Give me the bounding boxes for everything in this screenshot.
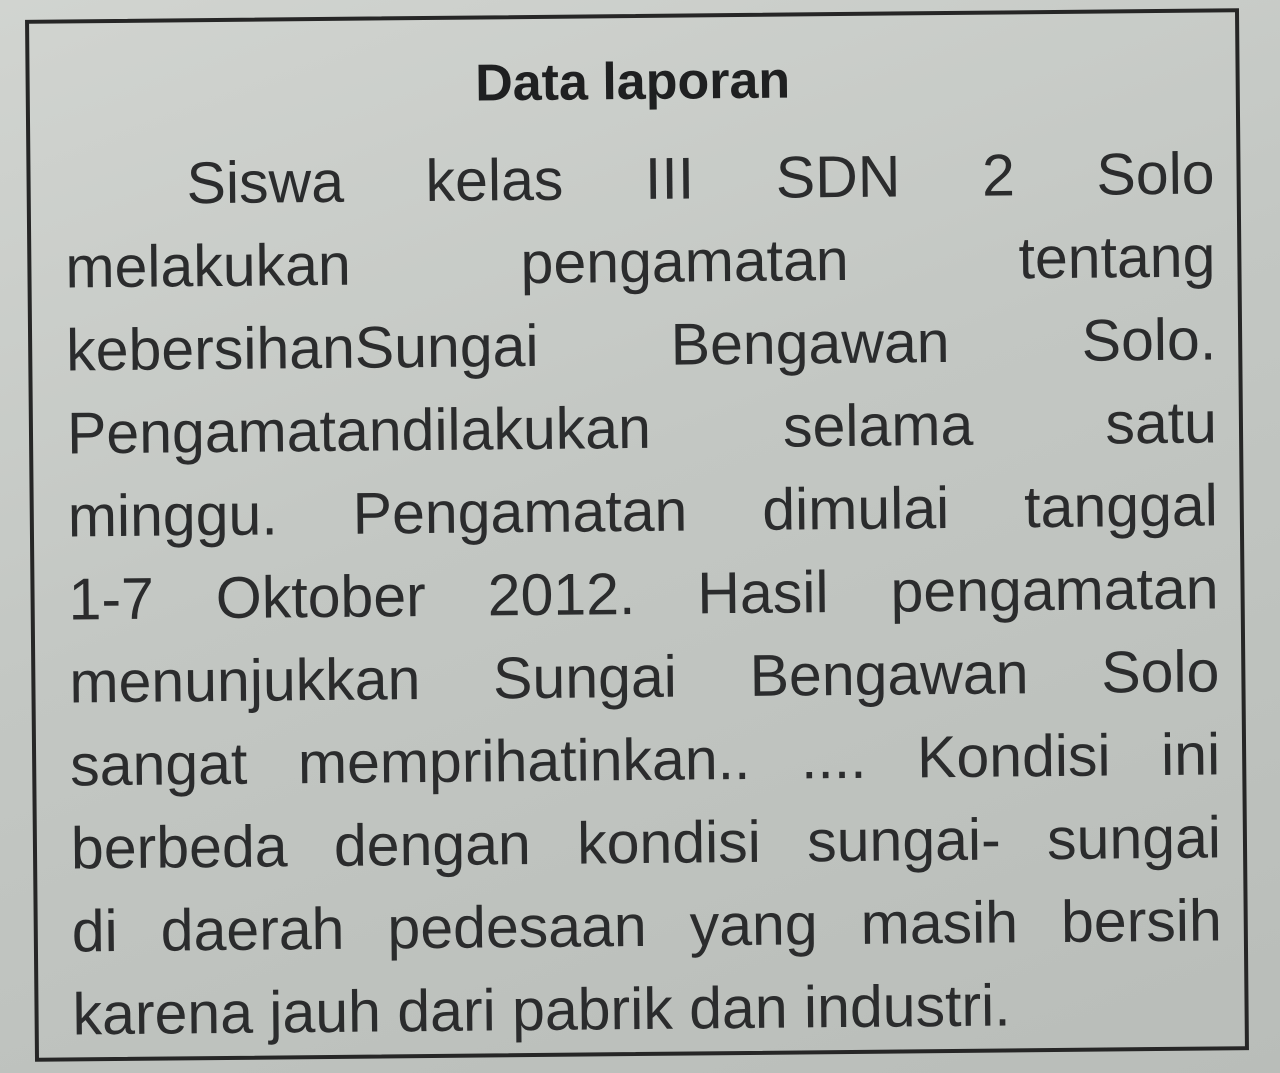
report-line: berbeda dengan kondisi sungai- sungai [70,804,1222,882]
report-line: kebersihanSungai Bengawan Solo. [65,306,1217,384]
report-line: Pengamatandilakukan selama satu [66,389,1218,467]
report-line: minggu. Pengamatan dimulai tanggal [67,472,1219,550]
report-line: Siswa kelas III SDN 2 Solo [186,140,1215,217]
report-body: Siswa kelas III SDN 2 Solo melakukan pen… [64,132,1223,1056]
report-line: melakukan pengamatan tentang [65,223,1216,301]
report-line: di daerah pedesaan yang masih bersih [71,887,1223,965]
report-line: 1-7 Oktober 2012. Hasil pengamatan [68,555,1219,633]
report-line: sangat memprihatinkan.. .... Kondisi ini [69,721,1221,799]
report-line: menunjukkan Sungai Bengawan Solo [69,638,1220,716]
report-box: Data laporan Siswa kelas III SDN 2 Solo … [25,8,1249,1062]
report-title: Data laporan [474,51,791,113]
report-line: karena jauh dari pabrik dan industri. [72,972,1011,1048]
